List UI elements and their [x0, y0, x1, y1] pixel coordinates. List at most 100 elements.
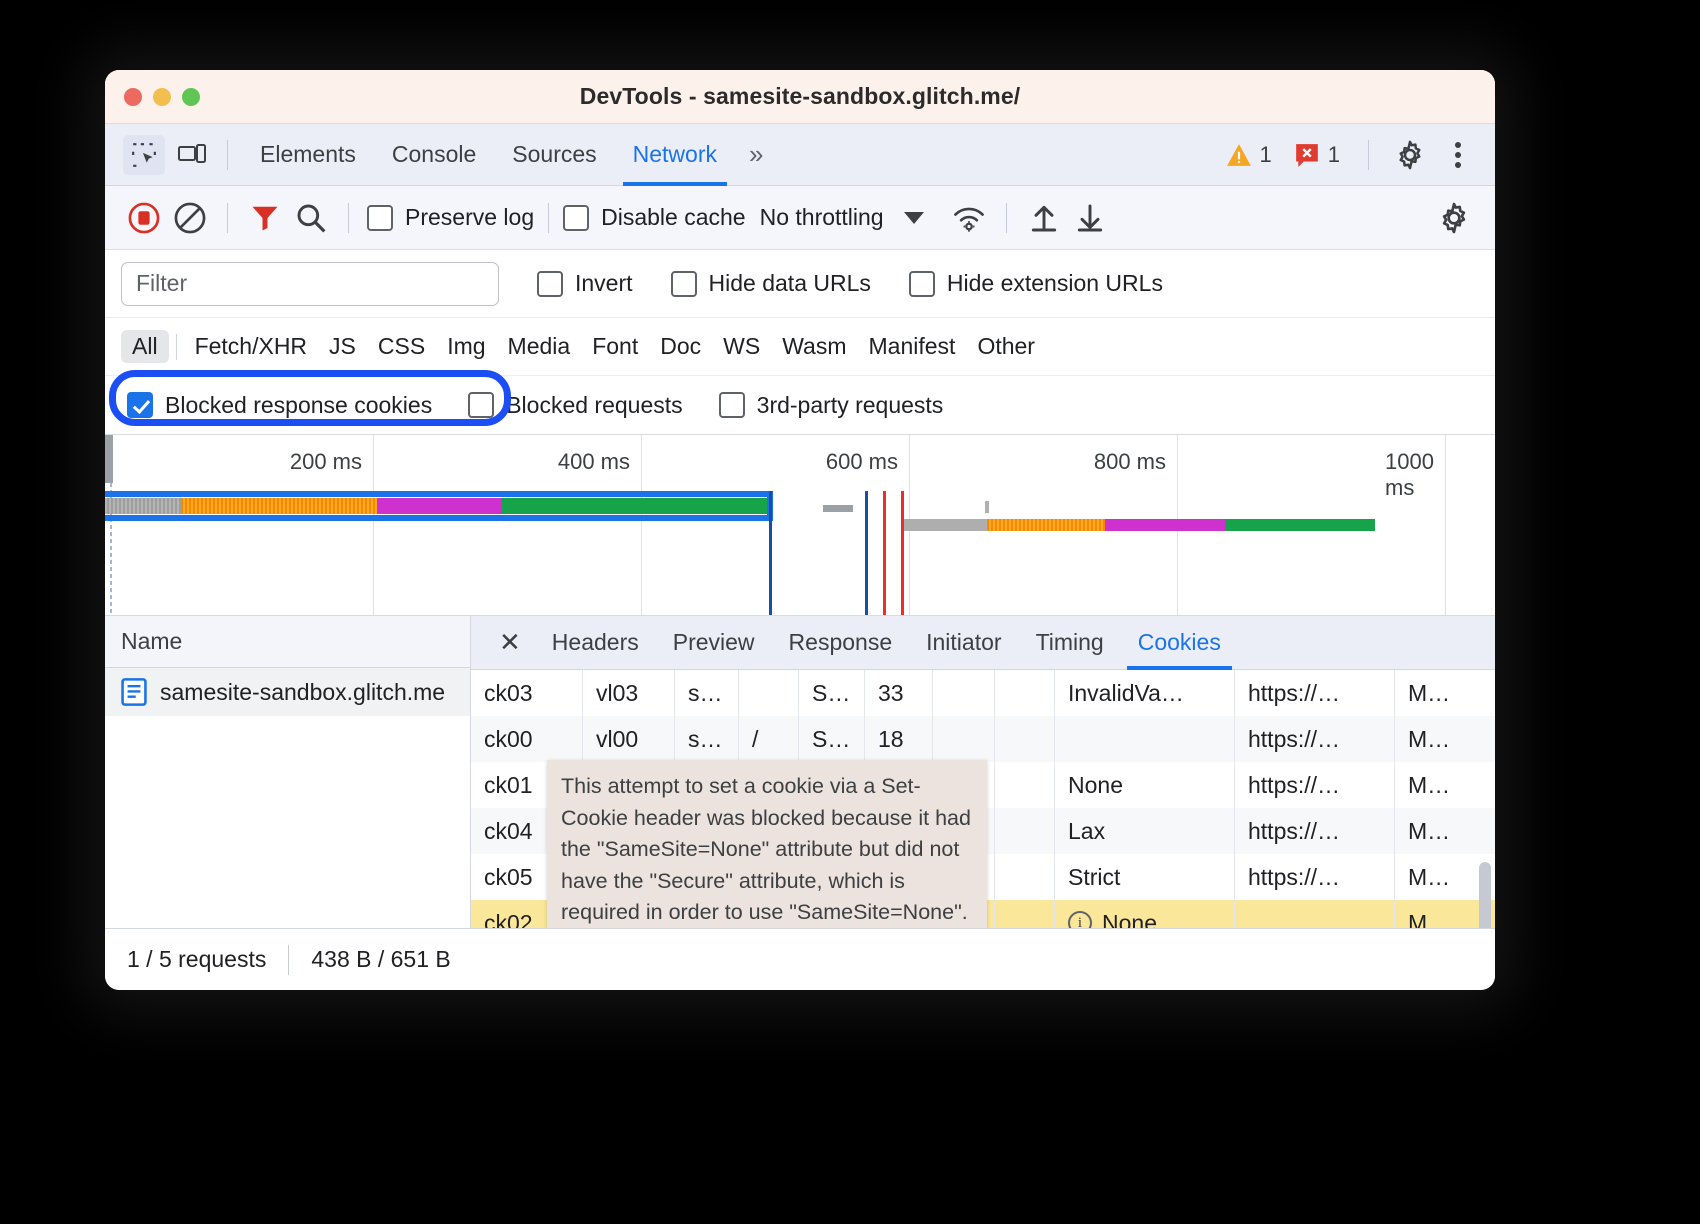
third-party-requests-checkbox[interactable]: 3rd-party requests [719, 392, 944, 419]
overview-label-600ms: 600 ms [826, 449, 907, 475]
cookie-priority: M… [1395, 808, 1495, 854]
preserve-log-box[interactable] [367, 205, 393, 231]
cookie-priority: M… [1395, 716, 1495, 762]
overview-dcl-line-1 [769, 491, 772, 615]
disable-cache-label: Disable cache [601, 204, 745, 231]
record-button[interactable] [121, 195, 167, 241]
tab-initiator[interactable]: Initiator [909, 616, 1018, 670]
overview-load-line-1 [883, 491, 886, 615]
network-conditions-icon[interactable] [946, 195, 992, 241]
more-options-icon[interactable] [1437, 135, 1479, 175]
table-row[interactable]: ck03 vl03 s… S… 33 InvalidVa… https://… … [471, 670, 1495, 716]
error-badge[interactable]: 1 [1286, 142, 1348, 168]
type-filter-other[interactable]: Other [966, 330, 1046, 363]
tab-network[interactable]: Network [615, 124, 735, 186]
throttling-select-value[interactable]: No throttling [760, 204, 884, 231]
error-count: 1 [1328, 142, 1340, 168]
cookie-expires: S… [799, 716, 865, 762]
warning-badge[interactable]: 1 [1218, 142, 1280, 168]
detail-tab-strip: ✕ Headers Preview Response Initiator Tim… [471, 616, 1495, 670]
filter-input[interactable] [121, 262, 499, 306]
requests-column-header-name[interactable]: Name [105, 616, 470, 668]
third-party-requests-box[interactable] [719, 392, 745, 418]
chevron-down-icon[interactable] [904, 212, 924, 224]
type-filter-js[interactable]: JS [318, 330, 367, 363]
blocked-response-cookies-box[interactable] [127, 392, 153, 418]
info-circle-icon[interactable]: i [1068, 911, 1092, 928]
tab-headers[interactable]: Headers [535, 616, 656, 670]
type-filter-fetch-xhr[interactable]: Fetch/XHR [184, 330, 318, 363]
search-icon[interactable] [288, 195, 334, 241]
title-bar: DevTools - samesite-sandbox.glitch.me/ [105, 70, 1495, 124]
disable-cache-box[interactable] [563, 205, 589, 231]
request-name: samesite-sandbox.glitch.me [160, 679, 445, 706]
cookie-size: 33 [865, 670, 933, 716]
invert-box[interactable] [537, 271, 563, 297]
filter-row: Invert Hide data URLs Hide extension URL… [105, 250, 1495, 318]
export-har-icon[interactable] [1067, 195, 1113, 241]
hide-extension-urls-box[interactable] [909, 271, 935, 297]
import-har-icon[interactable] [1021, 195, 1067, 241]
tab-preview[interactable]: Preview [656, 616, 772, 670]
window-title: DevTools - samesite-sandbox.glitch.me/ [105, 83, 1495, 110]
hide-data-urls-box[interactable] [671, 271, 697, 297]
type-filter-wasm[interactable]: Wasm [771, 330, 857, 363]
cookie-secure [995, 854, 1055, 900]
type-filter-css[interactable]: CSS [367, 330, 436, 363]
preserve-log-checkbox[interactable]: Preserve log [367, 204, 534, 231]
settings-gear-icon[interactable] [1389, 135, 1431, 175]
tab-sources[interactable]: Sources [494, 124, 614, 186]
hide-extension-urls-checkbox[interactable]: Hide extension URLs [909, 270, 1163, 297]
filter-funnel-icon[interactable] [242, 195, 288, 241]
tab-elements[interactable]: Elements [242, 124, 374, 186]
type-filter-img[interactable]: Img [436, 330, 496, 363]
hide-extension-urls-label: Hide extension URLs [947, 270, 1163, 297]
blocked-requests-box[interactable] [468, 392, 494, 418]
transfer-size: 438 B / 651 B [311, 946, 450, 973]
device-toolbar-icon[interactable] [171, 135, 213, 175]
type-filter-doc[interactable]: Doc [649, 330, 712, 363]
warning-count: 1 [1260, 142, 1272, 168]
blocked-response-cookies-checkbox[interactable]: Blocked response cookies [127, 392, 432, 419]
type-filter-manifest[interactable]: Manifest [858, 330, 967, 363]
cookies-table-scrollbar[interactable] [1479, 862, 1491, 928]
overview-segment-queueing [105, 498, 181, 514]
inspect-element-icon[interactable] [123, 135, 165, 175]
clear-button[interactable] [167, 195, 213, 241]
type-filter-media[interactable]: Media [497, 330, 582, 363]
cookie-partition-key: https://… [1235, 762, 1395, 808]
invert-checkbox[interactable]: Invert [537, 270, 633, 297]
toolbar-divider [227, 140, 228, 170]
overview-load-line-2 [901, 491, 904, 615]
disable-cache-checkbox[interactable]: Disable cache [563, 204, 745, 231]
devtools-window: DevTools - samesite-sandbox.glitch.me/ E… [105, 70, 1495, 990]
blocked-filters-row: Blocked response cookies Blocked request… [105, 376, 1495, 434]
overview-tick-marker [985, 501, 989, 513]
overview-gridline-1000 [1445, 435, 1446, 615]
overview-label-800ms: 800 ms [1094, 449, 1175, 475]
type-filter-font[interactable]: Font [581, 330, 649, 363]
cookie-samesite: InvalidVa… [1055, 670, 1235, 716]
preserve-log-label: Preserve log [405, 204, 534, 231]
type-filter-all[interactable]: All [121, 330, 169, 363]
overview-dcl-line-2 [865, 491, 868, 615]
network-settings-gear-icon[interactable] [1431, 195, 1477, 241]
tab-response[interactable]: Response [772, 616, 910, 670]
cookie-httponly [933, 670, 995, 716]
table-row[interactable]: ck00 vl00 s… / S… 18 https://… M… [471, 716, 1495, 762]
request-list-item[interactable]: samesite-sandbox.glitch.me [105, 668, 470, 716]
tab-timing[interactable]: Timing [1019, 616, 1121, 670]
close-detail-icon[interactable]: ✕ [485, 616, 535, 670]
network-overview[interactable]: 200 ms 400 ms 600 ms 800 ms 1000 ms [105, 434, 1495, 616]
overview2-segment-waiting [1105, 519, 1225, 531]
type-filter-ws[interactable]: WS [712, 330, 771, 363]
cookie-samesite: i None [1055, 900, 1235, 928]
tab-cookies[interactable]: Cookies [1121, 616, 1238, 670]
hide-data-urls-label: Hide data URLs [709, 270, 871, 297]
hide-data-urls-checkbox[interactable]: Hide data URLs [671, 270, 871, 297]
more-tabs-icon[interactable]: » [735, 124, 777, 186]
cookie-samesite: Strict [1055, 854, 1235, 900]
overview-segment-stalled [181, 498, 377, 514]
tab-console[interactable]: Console [374, 124, 494, 186]
blocked-requests-checkbox[interactable]: Blocked requests [468, 392, 682, 419]
